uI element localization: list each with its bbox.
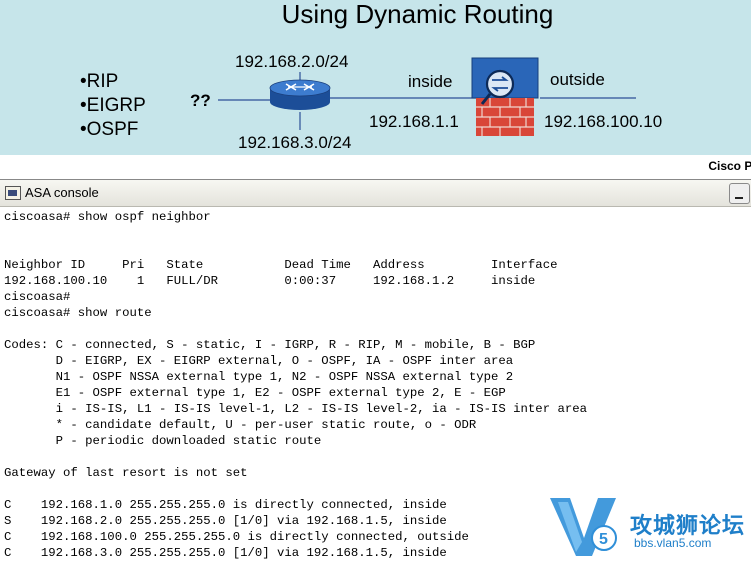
console-app-icon <box>5 186 21 200</box>
forum-watermark: 5 攻城狮论坛 bbs.vlan5.com <box>546 494 751 559</box>
svg-text:5: 5 <box>599 531 608 548</box>
console-line: Neighbor ID Pri State Dead Time Address … <box>4 258 558 272</box>
console-line: ciscoasa# show ospf neighbor <box>4 210 211 224</box>
console-line: ciscoasa# <box>4 290 71 304</box>
outside-ip-label: 192.168.100.10 <box>544 112 663 131</box>
console-line: N1 - OSPF NSSA external type 1, N2 - OSP… <box>4 370 514 384</box>
console-line: C 192.168.100.0 255.255.255.0 is directl… <box>4 530 469 544</box>
console-line: Gateway of last resort is not set <box>4 466 248 480</box>
inside-interface-label: inside <box>408 72 453 91</box>
console-line: Codes: C - connected, S - static, I - IG… <box>4 338 536 352</box>
slide-banner: Using Dynamic Routing RIP EIGRP OSPF <box>0 0 751 155</box>
console-line: P - periodic downloaded static route <box>4 434 322 448</box>
unknown-network-marker: ?? <box>190 91 211 110</box>
router-bottom-network-label: 192.168.3.0/24 <box>238 133 352 152</box>
router-top-network-label: 192.168.2.0/24 <box>235 52 349 71</box>
watermark-url: bbs.vlan5.com <box>634 536 712 550</box>
console-line: ciscoasa# show route <box>4 306 152 320</box>
brand-label: Cisco Pr <box>708 159 751 173</box>
inside-ip-label: 192.168.1.1 <box>369 112 459 131</box>
console-line: 192.168.100.10 1 FULL/DR 0:00:37 192.168… <box>4 274 536 288</box>
console-line: C 192.168.1.0 255.255.255.0 is directly … <box>4 498 447 512</box>
console-line: E1 - OSPF external type 1, E2 - OSPF ext… <box>4 386 506 400</box>
console-output[interactable]: ciscoasa# show ospf neighbor Neighbor ID … <box>4 209 587 561</box>
console-line: D - EIGRP, EX - EIGRP external, O - OSPF… <box>4 354 514 368</box>
window-titlebar[interactable]: ASA console <box>0 180 751 207</box>
console-line: S 192.168.2.0 255.255.255.0 [1/0] via 19… <box>4 514 447 528</box>
minimize-icon[interactable] <box>729 183 750 204</box>
brand-strip: Cisco Pr <box>0 155 751 179</box>
window-title: ASA console <box>25 185 99 200</box>
outside-interface-label: outside <box>550 70 605 89</box>
console-line: i - IS-IS, L1 - IS-IS level-1, L2 - IS-I… <box>4 402 587 416</box>
v5-logo-icon: 5 <box>550 498 617 556</box>
console-line: * - candidate default, U - per-user stat… <box>4 418 477 432</box>
asa-firewall-icon <box>471 57 539 136</box>
router-icon <box>269 79 331 110</box>
